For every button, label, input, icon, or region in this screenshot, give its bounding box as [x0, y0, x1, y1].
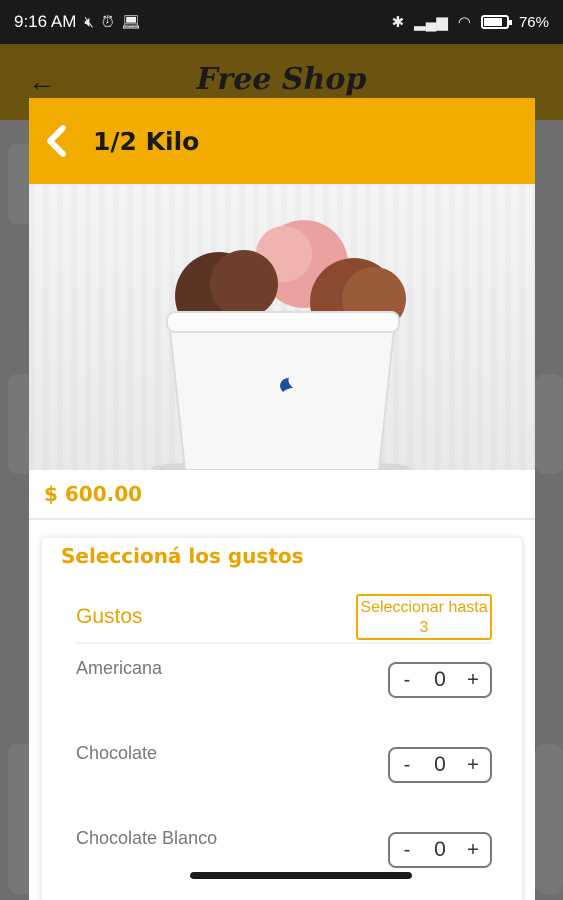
alarm-icon: ⏰︎: [101, 13, 114, 31]
quantity-stepper: - 0 +: [388, 832, 492, 868]
quantity-value: 0: [434, 753, 446, 776]
background-card: [535, 744, 563, 894]
options-heading: Seleccioná los gustos: [61, 544, 304, 568]
flavor-name: Chocolate: [76, 743, 158, 763]
product-price: $ 600.00: [44, 482, 143, 506]
flavor-name: Americana: [76, 658, 163, 678]
modal-header: 1/2 Kilo: [29, 98, 535, 184]
background-card: [535, 374, 563, 474]
wifi-icon: ◠: [457, 14, 471, 31]
bluetooth-icon: ✱: [391, 14, 405, 31]
product-modal: 1/2 Kilo $ 600.00 Seleccioná los gustos …: [29, 98, 535, 900]
mute-icon: 🔇︎: [84, 13, 94, 31]
increment-button[interactable]: +: [464, 669, 482, 692]
increment-button[interactable]: +: [464, 754, 482, 777]
status-time: 9:16 AM: [14, 12, 77, 31]
modal-title: 1/2 Kilo: [93, 126, 200, 156]
chevron-left-icon[interactable]: [37, 121, 75, 161]
app-title: Free Shop: [196, 62, 367, 97]
flavor-group-label: Gustos: [76, 605, 143, 628]
flavor-item: Chocolate - 0 +: [76, 743, 492, 828]
decrement-button[interactable]: -: [398, 669, 416, 692]
battery-percent: 76%: [518, 13, 549, 31]
decrement-button[interactable]: -: [398, 754, 416, 777]
battery-icon: [480, 15, 512, 29]
quantity-stepper: - 0 +: [388, 747, 492, 783]
quantity-value: 0: [434, 838, 446, 861]
flavor-name: Chocolate Blanco: [76, 828, 218, 848]
flavor-item: Americana - 0 +: [76, 658, 492, 743]
flavor-options-card: Seleccioná los gustos Gustos Seleccionar…: [42, 538, 522, 900]
home-indicator[interactable]: [190, 872, 412, 879]
quantity-stepper: - 0 +: [388, 662, 492, 698]
increment-button[interactable]: +: [464, 839, 482, 862]
selection-limit-badge: Seleccionar hasta 3: [356, 594, 492, 640]
ice-cream-cup-image: [151, 220, 411, 470]
flavor-group-header: Gustos Seleccionar hasta 3: [76, 592, 492, 644]
status-bar: 9:16 AM 🔇︎ ⏰︎ 💻︎ ✱ ▂▄▆ ◠ 76%: [0, 0, 563, 44]
decrement-button[interactable]: -: [398, 839, 416, 862]
flavor-item: Chocolate Blanco - 0 +: [76, 828, 492, 900]
price-row: $ 600.00: [29, 470, 535, 520]
laptop-icon: 💻︎: [121, 14, 141, 31]
product-image: [29, 184, 535, 470]
battery-level: [483, 18, 503, 26]
signal-icon: ▂▄▆: [414, 14, 448, 31]
quantity-value: 0: [434, 668, 446, 691]
